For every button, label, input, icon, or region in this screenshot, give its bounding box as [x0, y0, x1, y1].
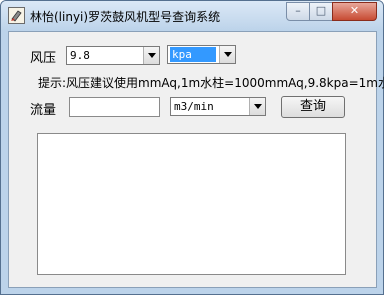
title-bar[interactable]: 林怡(linyi)罗茨鼓风机型号查询系统 – □ ✕ [1, 1, 383, 31]
flow-unit-combo[interactable]: m3/min [170, 97, 266, 116]
pressure-value: 9.8 [70, 49, 90, 62]
pressure-unit-combo[interactable]: kpa [167, 45, 236, 64]
app-window: 林怡(linyi)罗茨鼓风机型号查询系统 – □ ✕ 风压 9.8 kpa 提示… [0, 0, 384, 295]
client-area: 风压 9.8 kpa 提示:风压建议使用mmAq,1m水柱=1000mmAq,9… [8, 31, 384, 288]
result-textarea[interactable] [37, 133, 346, 275]
pressure-label: 风压 [30, 51, 57, 66]
chevron-down-icon[interactable] [249, 98, 265, 115]
chevron-down-icon[interactable] [219, 46, 235, 63]
flow-input[interactable] [69, 97, 160, 117]
minimize-button[interactable]: – [286, 2, 310, 21]
flow-label: 流量 [30, 103, 57, 118]
close-button[interactable]: ✕ [332, 2, 377, 21]
pressure-unit: kpa [170, 47, 216, 62]
pressure-value-combo[interactable]: 9.8 [66, 46, 160, 65]
window-title: 林怡(linyi)罗茨鼓风机型号查询系统 [30, 10, 221, 24]
query-button[interactable]: 查询 [281, 96, 345, 118]
hint-text: 提示:风压建议使用mmAq,1m水柱=1000mmAq,9.8kpa=1m水柱 [38, 76, 384, 90]
flow-unit: m3/min [174, 100, 214, 113]
app-icon[interactable] [8, 7, 25, 24]
maximize-button[interactable]: □ [309, 2, 333, 21]
chevron-down-icon[interactable] [143, 47, 159, 64]
